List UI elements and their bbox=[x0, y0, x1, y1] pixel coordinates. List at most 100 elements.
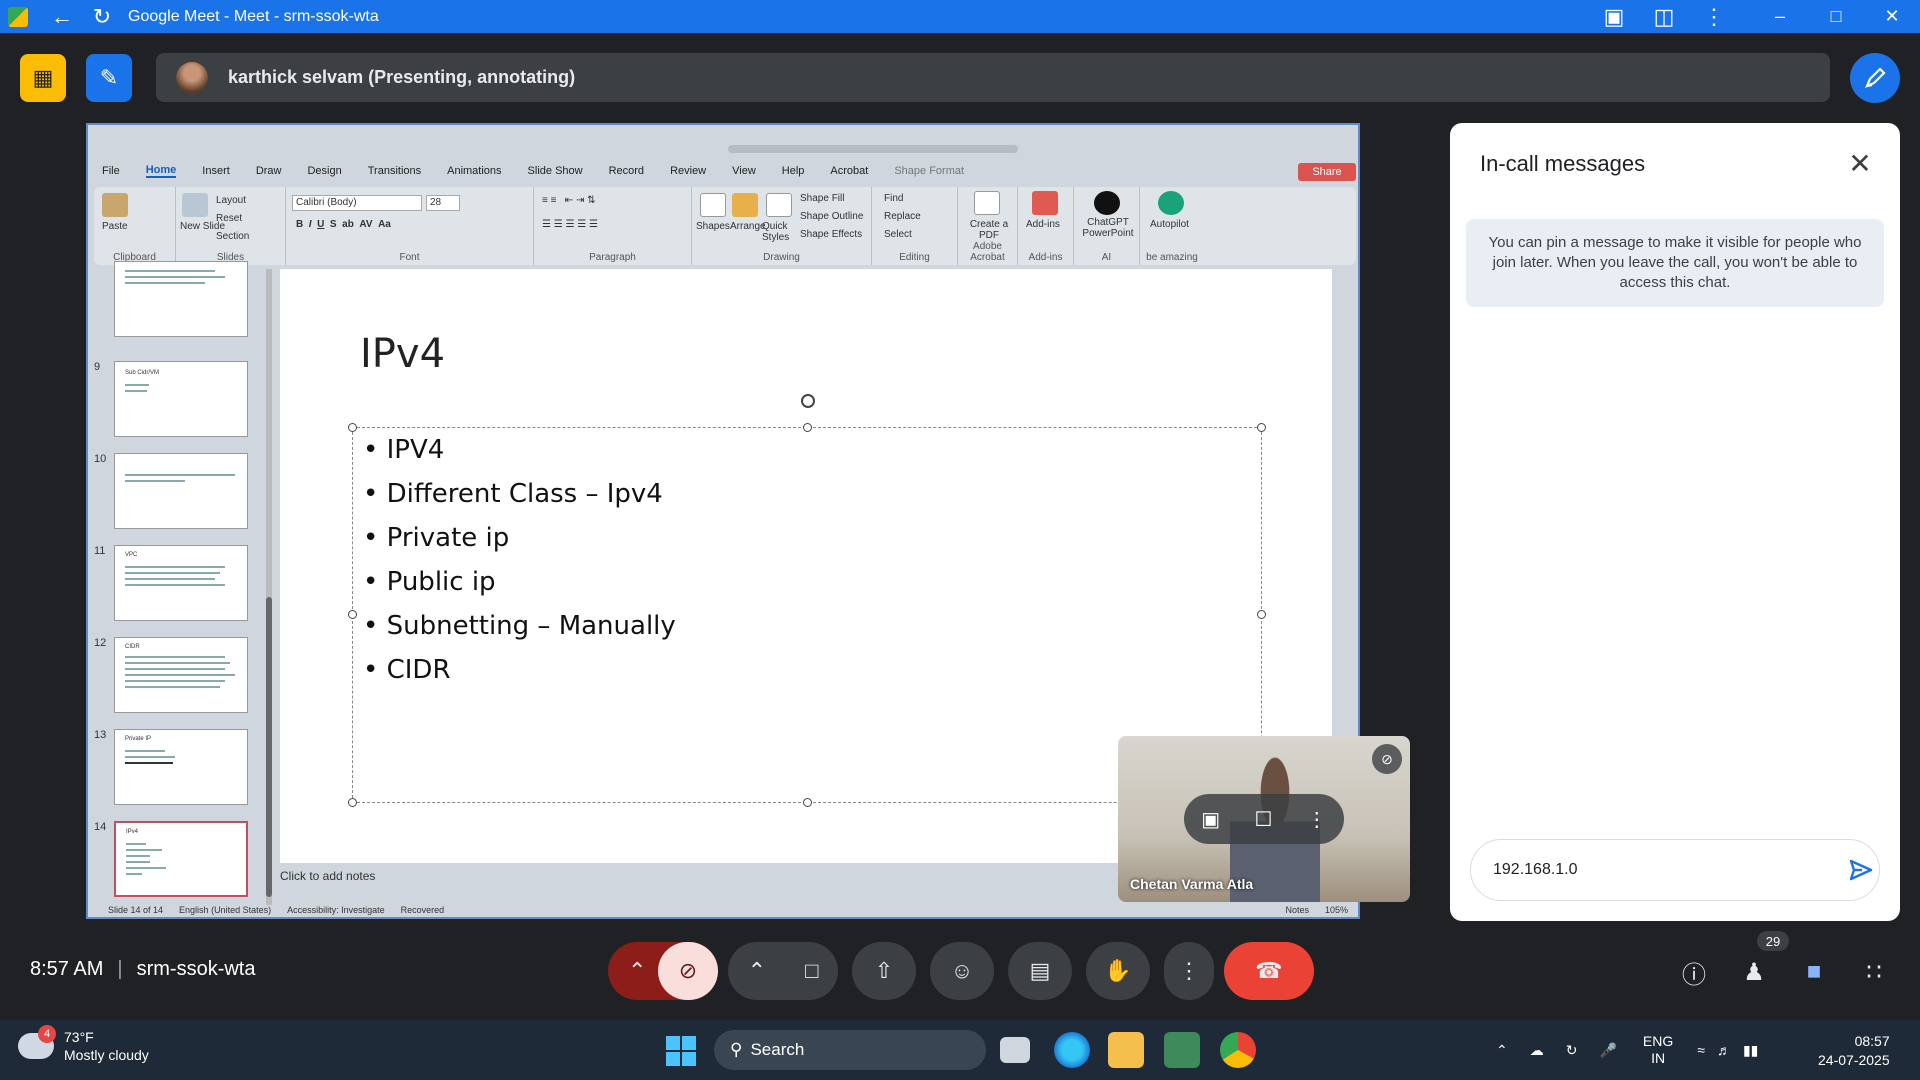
shape-fill-button[interactable]: Shape Fill bbox=[800, 193, 844, 204]
captions-button[interactable]: ▤ bbox=[1008, 942, 1072, 1000]
chrome-icon[interactable] bbox=[1220, 1032, 1256, 1068]
language-status[interactable]: English (United States) bbox=[179, 905, 271, 917]
slide-title[interactable]: IPv4 bbox=[360, 331, 445, 377]
raise-hand-button[interactable]: ✋ bbox=[1086, 942, 1150, 1000]
leave-call-button[interactable]: ☎ bbox=[1224, 942, 1314, 1000]
onedrive-icon[interactable]: ☁ bbox=[1530, 1042, 1544, 1059]
align-icon[interactable]: ☰ ☰ ☰ ☰ ☰ bbox=[542, 219, 598, 230]
resize-handle[interactable] bbox=[803, 423, 812, 432]
layout-button[interactable]: Layout bbox=[216, 195, 246, 206]
notes-placeholder[interactable]: Click to add notes bbox=[280, 869, 375, 883]
minimize-button[interactable]: – bbox=[1752, 0, 1808, 33]
taskbar-search[interactable]: ⚲ Search bbox=[714, 1030, 986, 1070]
reload-icon[interactable]: ↻ bbox=[82, 0, 122, 33]
tab-slide-show[interactable]: Slide Show bbox=[528, 165, 583, 177]
slide-thumbnail[interactable]: VPC bbox=[114, 545, 248, 621]
tab-home[interactable]: Home bbox=[145, 164, 177, 178]
send-icon[interactable] bbox=[1842, 851, 1880, 889]
rotate-handle-icon[interactable] bbox=[801, 394, 815, 408]
tab-shape-format[interactable]: Shape Format bbox=[894, 165, 964, 177]
info-icon[interactable]: ⓘ bbox=[1672, 950, 1716, 994]
thumbnails-scrollbar[interactable] bbox=[266, 269, 272, 905]
maximize-button[interactable]: □ bbox=[1808, 0, 1864, 33]
tab-design[interactable]: Design bbox=[307, 165, 341, 177]
battery-icon[interactable]: ▮▮ bbox=[1743, 1042, 1758, 1059]
create-pdf-icon[interactable] bbox=[974, 191, 1000, 215]
resize-handle[interactable] bbox=[1257, 423, 1266, 432]
chatgpt-icon[interactable] bbox=[1094, 191, 1120, 215]
tab-record[interactable]: Record bbox=[609, 165, 644, 177]
resize-handle[interactable] bbox=[348, 423, 357, 432]
tab-review[interactable]: Review bbox=[670, 165, 706, 177]
slide-thumbnail[interactable] bbox=[114, 261, 248, 337]
people-icon[interactable]: ♟ bbox=[1732, 950, 1776, 994]
edge-icon[interactable] bbox=[1054, 1032, 1090, 1068]
taskbar-clock[interactable]: 08:57 24-07-2025 bbox=[1818, 1032, 1890, 1070]
self-view-tile[interactable]: ▣ ☐ ⋮ ⊘ Chetan Varma Atla bbox=[1118, 736, 1410, 902]
shapes-icon[interactable] bbox=[700, 193, 726, 217]
resize-handle[interactable] bbox=[348, 798, 357, 807]
new-slide-icon[interactable] bbox=[182, 193, 208, 217]
slide-thumbnail-selected[interactable]: IPv4 bbox=[114, 821, 248, 897]
teams-app-icon[interactable] bbox=[1164, 1032, 1200, 1068]
tab-file[interactable]: File bbox=[102, 165, 120, 177]
present-screen-button[interactable]: ⇧ bbox=[852, 942, 916, 1000]
more-options-button[interactable]: ⋮ bbox=[1164, 942, 1214, 1000]
close-icon[interactable]: ✕ bbox=[1842, 145, 1878, 181]
annotation-tools-button[interactable]: ✎ bbox=[86, 54, 132, 102]
tab-help[interactable]: Help bbox=[782, 165, 805, 177]
font-size-box[interactable]: 28 bbox=[426, 195, 460, 211]
tab-insert[interactable]: Insert bbox=[202, 165, 230, 177]
tab-view[interactable]: View bbox=[732, 165, 756, 177]
windows-start-icon[interactable] bbox=[666, 1036, 696, 1066]
find-button[interactable]: Find bbox=[884, 193, 903, 204]
input-language[interactable]: ENG bbox=[1643, 1033, 1673, 1050]
accessibility-status[interactable]: Accessibility: Investigate bbox=[287, 905, 385, 917]
font-name-box[interactable]: Calibri (Body) bbox=[292, 195, 422, 211]
resize-handle[interactable] bbox=[348, 610, 357, 619]
tab-transitions[interactable]: Transitions bbox=[368, 165, 421, 177]
tab-animations[interactable]: Animations bbox=[447, 165, 501, 177]
pin-icon[interactable]: ☐ bbox=[1254, 807, 1272, 832]
select-button[interactable]: Select bbox=[884, 229, 912, 240]
video-settings-button[interactable]: ⌃ □ bbox=[728, 942, 838, 1000]
slide-thumbnail[interactable]: Sub Cidr/VM bbox=[114, 361, 248, 437]
reset-button[interactable]: Reset bbox=[216, 213, 242, 224]
more-vert-icon[interactable]: ⋮ bbox=[1694, 0, 1734, 33]
extensions-icon[interactable]: ◫ bbox=[1644, 0, 1684, 33]
slide-thumbnail[interactable]: CIDR bbox=[114, 637, 248, 713]
volume-icon[interactable]: ♬ bbox=[1717, 1042, 1731, 1058]
wifi-icon[interactable]: ≈ bbox=[1697, 1042, 1705, 1058]
resize-handle[interactable] bbox=[1257, 610, 1266, 619]
pen-icon[interactable] bbox=[1850, 53, 1900, 103]
weather-widget[interactable]: 4 73°F Mostly cloudy bbox=[18, 1025, 149, 1064]
autopilot-icon[interactable] bbox=[1158, 191, 1184, 215]
quick-styles-icon[interactable] bbox=[766, 193, 792, 217]
activities-icon[interactable]: ∷ bbox=[1852, 950, 1896, 994]
back-arrow-icon[interactable]: ← bbox=[42, 0, 82, 33]
microphone-tray-icon[interactable]: 🎤 bbox=[1599, 1042, 1616, 1059]
slide-thumbnail[interactable] bbox=[114, 453, 248, 529]
zoom-level[interactable]: 105% bbox=[1325, 905, 1348, 917]
file-explorer-icon[interactable] bbox=[1108, 1032, 1144, 1068]
shape-outline-button[interactable]: Shape Outline bbox=[800, 211, 863, 222]
framing-icon[interactable]: ▣ bbox=[1201, 807, 1220, 832]
chat-icon[interactable]: ■ bbox=[1792, 950, 1836, 994]
shape-effects-button[interactable]: Shape Effects bbox=[800, 229, 862, 240]
ppt-share-button[interactable]: Share bbox=[1298, 163, 1356, 181]
addins-icon[interactable] bbox=[1032, 191, 1058, 215]
task-view-icon[interactable] bbox=[1000, 1037, 1030, 1063]
close-window-button[interactable]: ✕ bbox=[1864, 0, 1920, 33]
tab-draw[interactable]: Draw bbox=[256, 165, 282, 177]
chevron-up-icon[interactable]: ⌃ bbox=[1496, 1042, 1508, 1059]
section-button[interactable]: Section bbox=[216, 231, 249, 242]
bold-icon[interactable]: B I U S ab AV Aa bbox=[296, 219, 391, 230]
chat-message-input[interactable]: 192.168.1.0 bbox=[1470, 839, 1880, 901]
paste-icon[interactable] bbox=[102, 193, 128, 217]
reactions-button[interactable]: ☺ bbox=[930, 942, 994, 1000]
camera-icon[interactable]: ▣ bbox=[1594, 0, 1634, 33]
more-vert-icon[interactable]: ⋮ bbox=[1307, 807, 1327, 832]
meeting-code[interactable]: srm-ssok-wta bbox=[137, 958, 256, 981]
tab-acrobat[interactable]: Acrobat bbox=[830, 165, 868, 177]
replace-button[interactable]: Replace bbox=[884, 211, 921, 222]
